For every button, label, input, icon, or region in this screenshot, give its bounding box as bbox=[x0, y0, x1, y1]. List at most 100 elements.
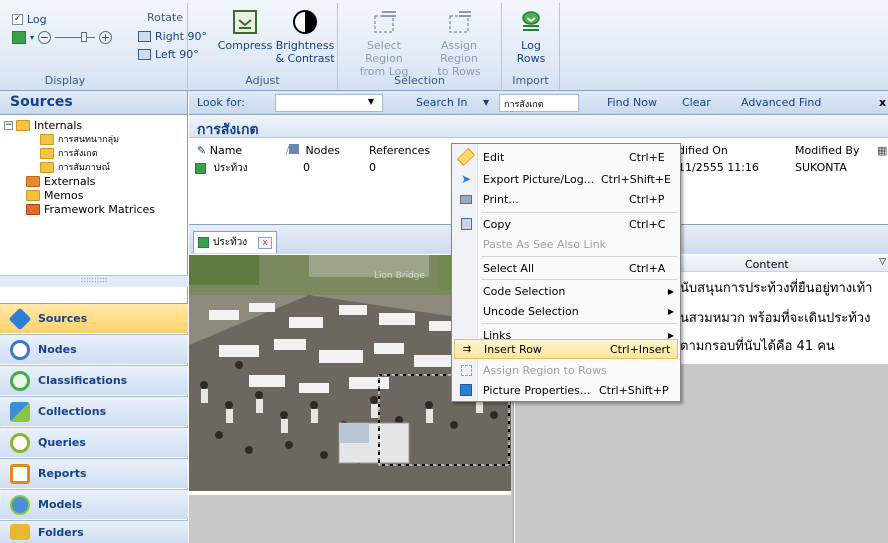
menu-label-assign-region: Assign Region to Rows bbox=[483, 363, 607, 377]
folder-icon bbox=[40, 147, 54, 159]
nav-button-models[interactable]: Models bbox=[0, 489, 188, 519]
row-modified-on: 11/2555 11:16 bbox=[678, 161, 759, 174]
externals-icon bbox=[26, 175, 40, 187]
nav-button-label: Reports bbox=[38, 467, 87, 480]
menu-shortcut-insert-row: Ctrl+Insert bbox=[610, 342, 671, 356]
menu-item-copy[interactable]: Copy Ctrl+C bbox=[454, 214, 678, 234]
menu-item-insert-row[interactable]: ⇉ Insert Row Ctrl+Insert bbox=[454, 339, 678, 359]
find-now-button[interactable]: Find Now bbox=[607, 96, 657, 109]
content-row-1[interactable]: นับสนุนการประท้วงที่ยืนอยู่ทางเท้า bbox=[680, 277, 872, 298]
zoom-slider[interactable] bbox=[55, 32, 96, 42]
nav-button-reports[interactable]: Reports bbox=[0, 458, 188, 488]
menu-item-paste-see-also[interactable]: Paste As See Also Link bbox=[454, 234, 678, 254]
collapse-icon[interactable]: − bbox=[4, 120, 13, 130]
row-name-cell: ประท้วง bbox=[195, 161, 248, 176]
menu-shortcut-export: Ctrl+Shift+E bbox=[601, 172, 671, 186]
tree-item-group-discussion[interactable]: การสนทนากลุ่ม bbox=[0, 132, 188, 146]
menu-shortcut-copy: Ctrl+C bbox=[629, 217, 666, 231]
look-for-input[interactable]: ▼ bbox=[275, 94, 383, 112]
import-log-icon bbox=[516, 7, 546, 37]
nav-button-folders[interactable]: Folders bbox=[0, 520, 188, 543]
close-tab-button[interactable]: x bbox=[258, 236, 272, 249]
compress-button[interactable]: Compress bbox=[216, 7, 274, 52]
import-group: Log Rows Import bbox=[502, 3, 560, 89]
log-rows-label-2: Rows bbox=[516, 52, 546, 65]
search-in-field[interactable]: การสังเกต bbox=[499, 94, 579, 112]
column-nodes-label: Nodes bbox=[305, 144, 340, 157]
log-toggle[interactable]: ✓ Log bbox=[12, 13, 47, 26]
column-modified-by[interactable]: Modified By bbox=[795, 144, 860, 157]
menu-item-uncode-selection[interactable]: Uncode Selection ▶ bbox=[454, 301, 678, 321]
log-checkbox[interactable]: ✓ bbox=[12, 14, 23, 25]
picture-icon[interactable] bbox=[12, 31, 26, 44]
nav-button-label: Sources bbox=[38, 312, 88, 325]
memos-icon bbox=[26, 189, 40, 201]
tree-item-memos[interactable]: Memos bbox=[0, 188, 188, 202]
zoom-out-icon[interactable]: − bbox=[38, 31, 52, 44]
photo-watermark: Lion Bridge bbox=[374, 271, 425, 281]
menu-item-picture-properties[interactable]: Picture Properties... Ctrl+Shift+P bbox=[454, 380, 678, 400]
nav-button-queries[interactable]: Queries bbox=[0, 427, 188, 457]
tree-item-interview[interactable]: การสัมภาษณ์ bbox=[0, 160, 188, 174]
nav-button-sources[interactable]: Sources bbox=[0, 303, 188, 333]
tree-item-framework-matrices[interactable]: Framework Matrices bbox=[0, 202, 188, 216]
search-in-label: Search In bbox=[416, 96, 468, 109]
column-chooser-icon[interactable]: ▦ bbox=[877, 144, 887, 157]
column-name[interactable]: ✎ Name / bbox=[197, 144, 289, 157]
nav-button-classifications[interactable]: Classifications bbox=[0, 365, 188, 395]
look-for-label: Look for: bbox=[197, 96, 245, 109]
reports-icon bbox=[10, 463, 30, 484]
tab-picture[interactable]: ประท้วง x bbox=[193, 231, 277, 253]
brightness-contrast-button[interactable]: Brightness & Contrast bbox=[275, 7, 335, 65]
content-row-2[interactable]: นสวมหมวก พร้อมที่จะเดินประท้วง bbox=[680, 307, 870, 328]
nav-button-collections[interactable]: Collections bbox=[0, 396, 188, 426]
menu-label-insert-row: Insert Row bbox=[484, 342, 542, 356]
menu-label-export: Export Picture/Log... bbox=[483, 172, 595, 186]
column-modified-on[interactable]: dified On bbox=[678, 144, 728, 157]
filter-icon[interactable]: ▽ bbox=[879, 257, 886, 267]
menu-label-uncode: Uncode Selection bbox=[483, 304, 579, 318]
zoom-in-icon[interactable]: + bbox=[99, 31, 113, 44]
menu-shortcut-select-all: Ctrl+A bbox=[629, 261, 666, 275]
zoom-slider-thumb[interactable] bbox=[81, 32, 88, 42]
clear-button[interactable]: Clear bbox=[682, 96, 711, 109]
row-modified-by: SUKONTA bbox=[795, 161, 847, 174]
chevron-down-icon[interactable]: ▼ bbox=[483, 98, 489, 107]
classifications-icon bbox=[10, 370, 30, 391]
menu-item-select-all[interactable]: Select All Ctrl+A bbox=[454, 258, 678, 278]
selection-group: Select Region from Log Assign Region to … bbox=[338, 3, 502, 89]
menu-item-print[interactable]: Print... Ctrl+P bbox=[454, 189, 678, 209]
menu-separator bbox=[481, 279, 677, 280]
tree-item-internals[interactable]: − Internals bbox=[0, 118, 188, 132]
framework-icon bbox=[26, 203, 40, 215]
copy-icon bbox=[458, 216, 474, 232]
advanced-find-button[interactable]: Advanced Find bbox=[741, 96, 821, 109]
compress-icon bbox=[230, 7, 260, 37]
select-region-button[interactable]: Select Region from Log bbox=[348, 7, 420, 78]
folder-icon bbox=[40, 133, 54, 145]
nav-button-label: Collections bbox=[38, 405, 107, 418]
menu-item-export[interactable]: ➤ Export Picture/Log... Ctrl+Shift+E bbox=[454, 169, 678, 189]
nav-button-nodes[interactable]: Nodes bbox=[0, 334, 188, 364]
nav-splitter[interactable]: :::::::::: bbox=[0, 275, 188, 287]
chevron-down-icon[interactable]: ▼ bbox=[368, 97, 374, 106]
menu-item-code-selection[interactable]: Code Selection ▶ bbox=[454, 281, 678, 301]
log-rows-button[interactable]: Log Rows bbox=[510, 7, 552, 65]
content-row-3[interactable]: ตามกรอบที่นับได้คือ 41 คน bbox=[680, 335, 835, 356]
zoom-controls: ▾ − + bbox=[12, 31, 113, 44]
close-find-button[interactable]: x bbox=[879, 96, 886, 109]
menu-item-edit[interactable]: Edit Ctrl+E bbox=[454, 147, 678, 167]
folder-icon bbox=[16, 119, 30, 131]
assign-region-button[interactable]: Assign Region to Rows bbox=[422, 7, 496, 78]
queries-icon bbox=[10, 432, 30, 453]
menu-item-assign-region[interactable]: Assign Region to Rows bbox=[454, 360, 678, 380]
tree-item-externals[interactable]: Externals bbox=[0, 174, 188, 188]
find-bar: Look for: ▼ Search In ▼ การสังเกต Find N… bbox=[189, 91, 888, 115]
column-nodes[interactable]: Nodes bbox=[289, 144, 340, 157]
column-references[interactable]: References bbox=[369, 144, 430, 157]
display-caption: Display bbox=[44, 74, 86, 87]
chevron-down-icon[interactable]: ▾ bbox=[30, 33, 34, 42]
properties-icon bbox=[458, 382, 474, 398]
content-column-header[interactable]: Content bbox=[745, 258, 789, 271]
tree-item-observation[interactable]: การสังเกต bbox=[0, 146, 188, 160]
